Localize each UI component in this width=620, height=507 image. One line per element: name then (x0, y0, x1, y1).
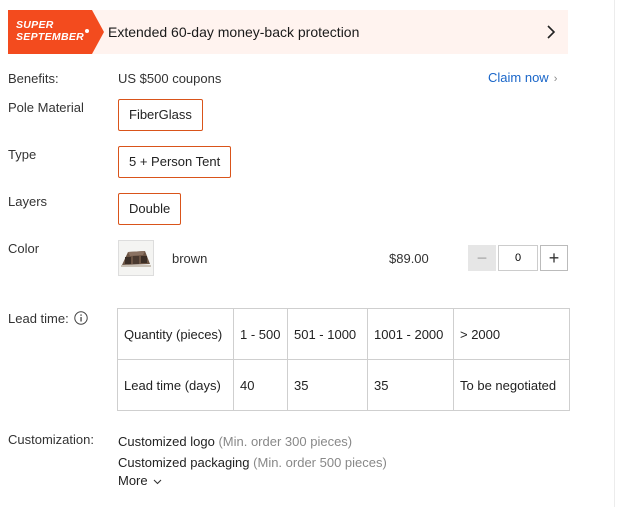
claim-now-link[interactable]: Claim now › (488, 70, 557, 85)
type-label: Type (8, 147, 37, 162)
tent-thumbnail-image[interactable] (118, 240, 154, 276)
customization-item: Customized logo (Min. order 300 pieces) (118, 434, 352, 449)
panel-divider (614, 0, 615, 507)
lead-time-table: Quantity (pieces) 1 - 500 501 - 1000 100… (117, 308, 570, 411)
customization-note: (Min. order 300 pieces) (218, 434, 353, 449)
type-option-5-person-tent[interactable]: 5 + Person Tent (118, 146, 232, 178)
layers-option-double[interactable]: Double (118, 193, 182, 225)
table-cell: > 2000 (453, 308, 570, 360)
customization-name: Customized logo (118, 434, 215, 449)
benefits-label: Benefits: (8, 71, 59, 86)
more-label: More (118, 473, 148, 488)
unit-price: $89.00 (389, 251, 429, 266)
tent-icon (119, 241, 153, 275)
table-cell: 1001 - 2000 (367, 308, 454, 360)
customization-item: Customized packaging (Min. order 500 pie… (118, 455, 387, 470)
table-row: Quantity (pieces) 1 - 500 501 - 1000 100… (117, 308, 570, 360)
chevron-down-icon (153, 479, 162, 485)
promo-banner[interactable]: SUPER SEPTEMBER Extended 60-day money-ba… (8, 10, 568, 54)
pole-material-label: Pole Material (8, 100, 84, 115)
lead-time-label: Lead time: (8, 311, 69, 326)
benefits-value: US $500 coupons (118, 71, 222, 86)
more-button[interactable]: More (118, 473, 162, 488)
layers-label: Layers (8, 194, 48, 209)
table-cell: Quantity (pieces) (117, 308, 234, 360)
chevron-right-icon: › (553, 73, 558, 85)
badge-dot-icon (85, 29, 89, 33)
chevron-right-icon[interactable] (544, 24, 558, 40)
promo-text: Extended 60-day money-back protection (108, 24, 360, 40)
customization-note: (Min. order 500 pieces) (253, 455, 387, 470)
claim-now-label: Claim now (488, 70, 549, 85)
table-cell: 1 - 500 (233, 308, 288, 360)
table-cell: 35 (287, 359, 368, 411)
customization-label: Customization: (8, 432, 94, 447)
color-name: brown (172, 251, 208, 266)
table-cell: 501 - 1000 (287, 308, 368, 360)
info-icon[interactable] (74, 311, 88, 325)
super-september-badge: SUPER SEPTEMBER (8, 10, 104, 54)
quantity-decrease-button[interactable]: − (468, 245, 496, 271)
quantity-increase-button[interactable]: + (540, 245, 568, 271)
badge-line-2: SEPTEMBER (16, 31, 85, 43)
color-label: Color (8, 241, 40, 256)
customization-name: Customized packaging (118, 455, 250, 470)
table-cell: Lead time (days) (117, 359, 234, 411)
table-cell: 35 (367, 359, 454, 411)
pole-material-option-fiberglass[interactable]: FiberGlass (118, 99, 203, 131)
table-cell: To be negotiated (453, 359, 570, 411)
quantity-input[interactable] (498, 245, 538, 271)
table-row: Lead time (days) 40 35 35 To be negotiat… (117, 359, 570, 411)
badge-line-1: SUPER (16, 19, 54, 31)
table-cell: 40 (233, 359, 288, 411)
